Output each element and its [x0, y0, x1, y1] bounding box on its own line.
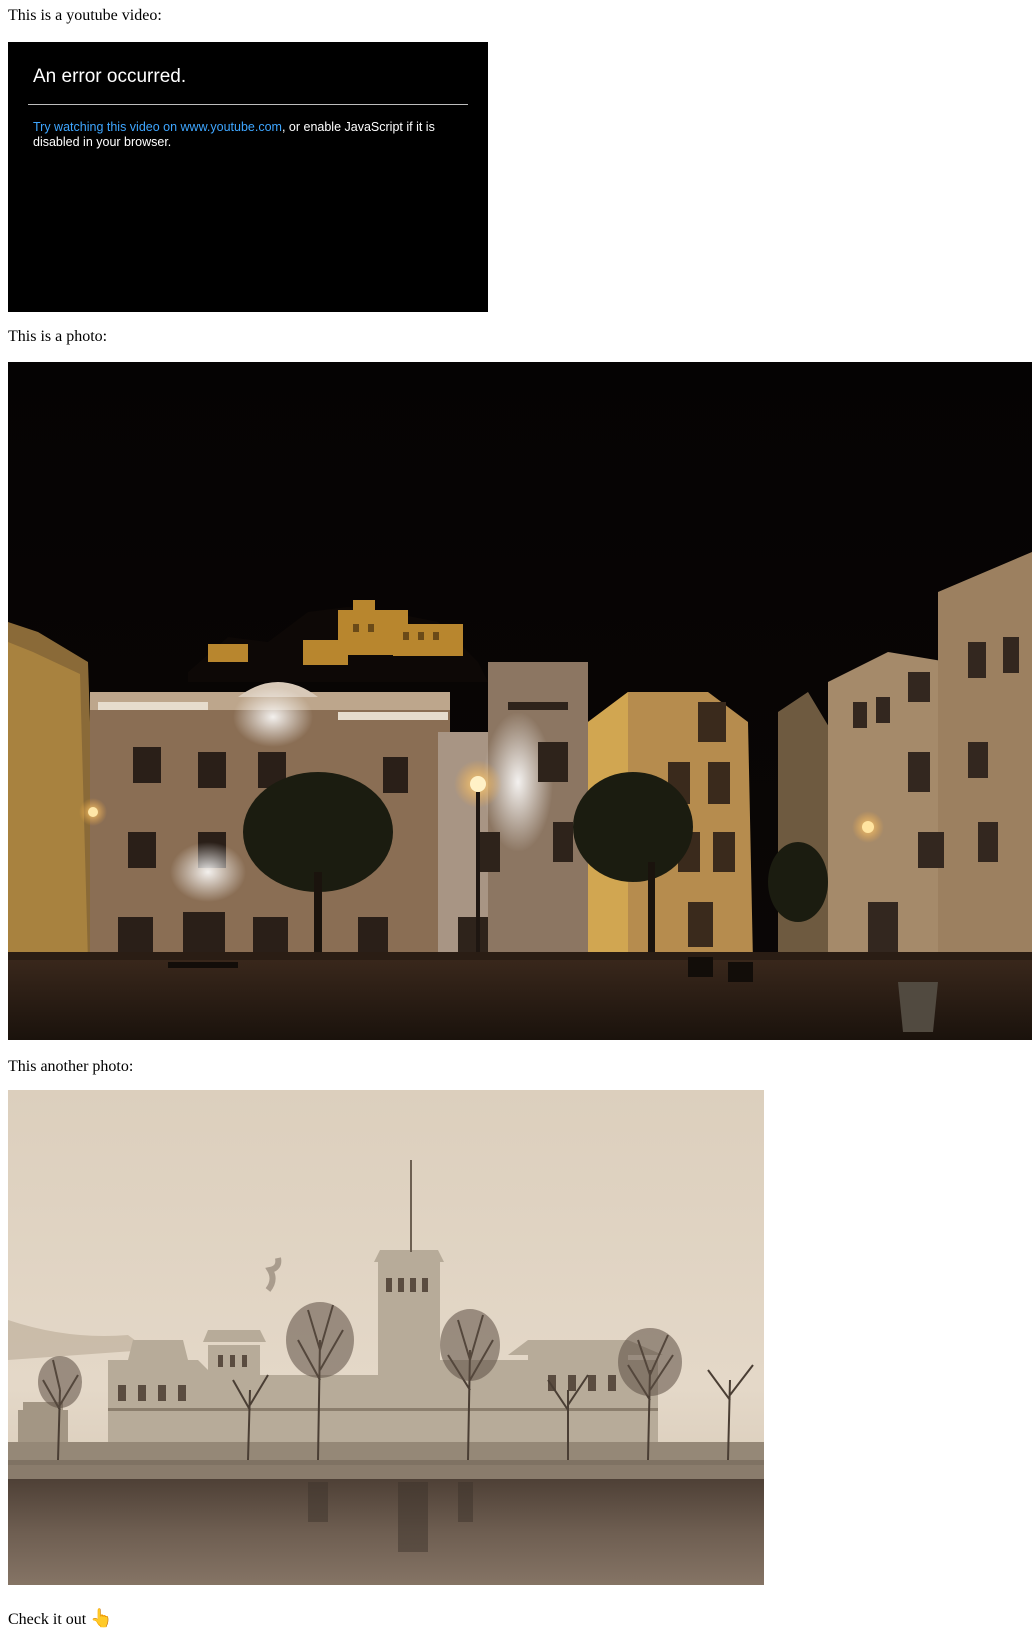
- youtube-error-message: Try watching this video on www.youtube.c…: [33, 120, 458, 150]
- youtube-embed[interactable]: An error occurred. Try watching this vid…: [8, 42, 488, 312]
- photo-intro-text: This is a photo:: [8, 328, 108, 345]
- night-town-square-photo: [8, 362, 1032, 1040]
- another-photo-intro-text: This another photo:: [8, 1058, 134, 1075]
- youtube-link[interactable]: Try watching this video on www.youtube.c…: [33, 120, 282, 134]
- youtube-error-title: An error occurred.: [33, 66, 187, 87]
- video-intro-text: This is a youtube video:: [8, 7, 162, 24]
- closing-text: Check it out 👆: [8, 1610, 113, 1629]
- closing-label: Check it out: [8, 1611, 87, 1628]
- historic-waterfront-photo: [8, 1090, 764, 1585]
- youtube-divider: [28, 104, 468, 105]
- pointing-hand-icon: 👆: [90, 1608, 113, 1629]
